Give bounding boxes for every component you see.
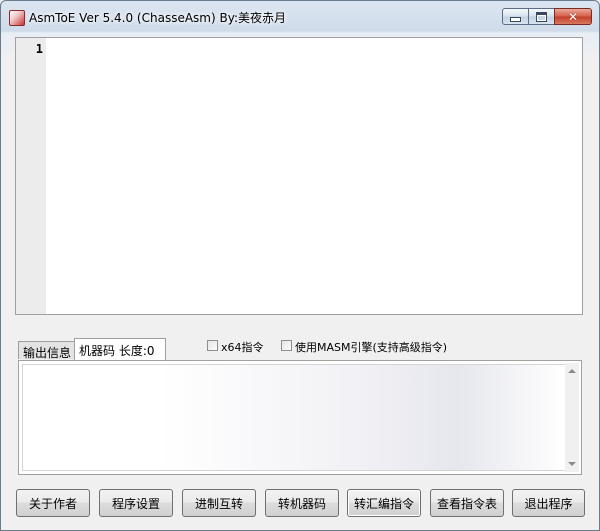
minimize-button[interactable]: [502, 8, 529, 25]
tab-machine-code[interactable]: 机器码 长度:0: [74, 338, 166, 360]
view-instruction-table-button[interactable]: 查看指令表: [430, 489, 504, 517]
app-icon[interactable]: [9, 10, 25, 26]
output-textbox[interactable]: [22, 364, 568, 471]
program-settings-button[interactable]: 程序设置: [99, 489, 173, 517]
to-assembly-button[interactable]: 转汇编指令: [347, 489, 421, 517]
x64-checkbox-label[interactable]: x64指令: [221, 339, 264, 355]
output-panel: [18, 360, 582, 475]
scroll-up-icon[interactable]: [568, 369, 576, 373]
tab-output-info[interactable]: 输出信息: [18, 341, 75, 360]
about-author-button[interactable]: 关于作者: [16, 489, 90, 517]
scroll-down-icon[interactable]: [568, 462, 576, 466]
code-editor[interactable]: 1: [15, 37, 583, 315]
masm-checkbox[interactable]: [281, 340, 292, 351]
close-button[interactable]: ✕: [554, 8, 592, 25]
window-title: AsmToE Ver 5.4.0 (ChasseAsm) By:美夜赤月: [29, 11, 286, 25]
line-number: 1: [35, 42, 43, 56]
minimize-icon: [510, 17, 521, 22]
close-icon: ✕: [567, 9, 579, 24]
x64-checkbox[interactable]: [207, 340, 218, 351]
line-number-gutter: 1: [16, 38, 46, 314]
masm-checkbox-label[interactable]: 使用MASM引擎(支持高级指令): [295, 339, 447, 355]
title-bar[interactable]: AsmToE Ver 5.4.0 (ChasseAsm) By:美夜赤月 ✕: [1, 1, 599, 33]
radix-convert-button[interactable]: 进制互转: [182, 489, 256, 517]
exit-button[interactable]: 退出程序: [512, 489, 585, 517]
output-scrollbar[interactable]: [565, 363, 579, 472]
to-machine-code-button[interactable]: 转机器码: [265, 489, 339, 517]
main-window: AsmToE Ver 5.4.0 (ChasseAsm) By:美夜赤月 ✕ 1…: [0, 0, 600, 531]
maximize-icon: [536, 11, 547, 22]
maximize-button[interactable]: [528, 8, 555, 25]
